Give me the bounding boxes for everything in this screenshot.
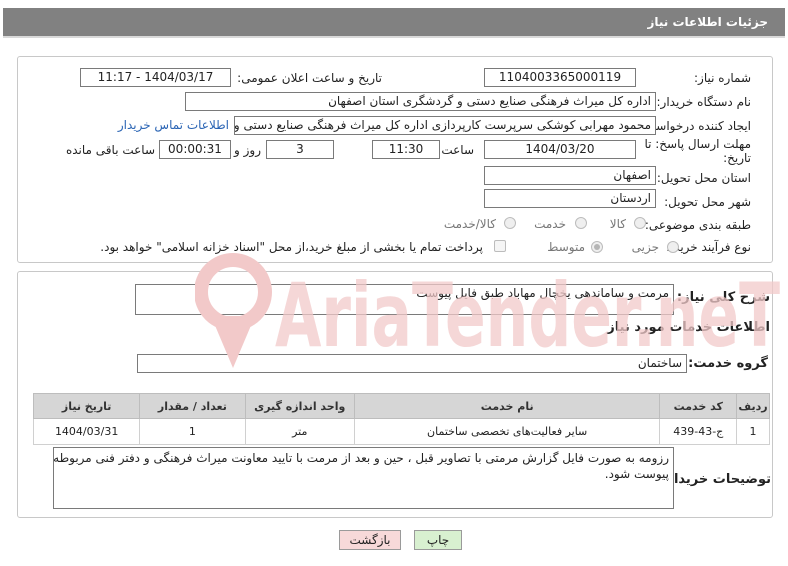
need-number-label: شماره نیاز: (694, 71, 751, 85)
remaining-time-field: 00:00:31 (159, 140, 231, 159)
days-label: روز و (234, 143, 261, 157)
category-service-radio[interactable] (575, 217, 587, 229)
category-goods-radio[interactable] (634, 217, 646, 229)
announce-datetime-label: تاریخ و ساعت اعلان عمومی: (237, 71, 382, 85)
col-unit: واحد اندازه گیری (244, 393, 355, 419)
province-label: استان محل تحویل: (656, 171, 751, 185)
print-button[interactable]: چاپ (414, 530, 462, 550)
treasury-payment-text: پرداخت تمام یا بخشی از مبلغ خرید،از محل … (100, 240, 483, 254)
need-number-field: 1104003365000119 (484, 68, 636, 87)
city-label: شهر محل تحویل: (664, 195, 751, 209)
cell-row: 1 (736, 418, 770, 445)
city-field: اردستان (484, 189, 656, 208)
buyer-notes-label: توضیحات خریدار: (661, 472, 771, 487)
col-row: ردیف (736, 393, 770, 419)
contact-buyer-link[interactable]: اطلاعات تماس خریدار (118, 118, 229, 132)
category-service-label: خدمت (534, 217, 566, 231)
category-label: طبقه بندی موضوعی: (644, 218, 751, 232)
buyer-notes-line-1: رزومه به صورت فایل گزارش مرمتی با تصاویر… (53, 451, 669, 465)
back-button[interactable]: بازگشت (339, 530, 401, 550)
col-name: نام خدمت (353, 393, 661, 419)
deadline-date-field: 1404/03/20 (484, 140, 636, 159)
announce-datetime-field: 1404/03/17 - 11:17 (80, 68, 231, 87)
deadline-label: مهلت ارسال پاسخ: تا (644, 137, 751, 151)
requester-field: محمود مهرابی کوشکی سرپرست کارپردازی ادار… (234, 116, 656, 135)
remaining-days-field: 3 (266, 140, 334, 159)
requester-label: ایجاد کننده درخواست: (640, 119, 751, 133)
process-minor-radio[interactable] (667, 241, 679, 253)
process-medium-label: متوسط (547, 240, 585, 254)
cell-date: 1404/03/31 (32, 418, 141, 445)
province-field: اصفهان (484, 166, 656, 185)
summary-label: شرح کلی نیاز: (676, 290, 770, 305)
page-header: جزئیات اطلاعات نیاز (3, 8, 785, 38)
summary-textarea[interactable]: مرمت و ساماندهی یخچال مهاباد طبق فایل پی… (135, 284, 674, 315)
cell-code: ج-43-439 (659, 418, 738, 445)
service-group-field: ساختمان (137, 354, 687, 373)
treasury-payment-checkbox[interactable] (494, 240, 506, 252)
services-section-title: اطلاعات خدمات مورد نیاز (607, 320, 770, 335)
page-title: جزئیات اطلاعات نیاز (647, 15, 768, 29)
cell-unit: متر (244, 418, 355, 445)
deadline-time-label: ساعت (441, 143, 474, 157)
buyer-notes-line-2: پیوست شود. (604, 467, 669, 481)
remaining-time-label: ساعت باقی مانده (65, 143, 155, 157)
summary-text: مرمت و ساماندهی یخچال مهاباد طبق فایل پی… (416, 286, 669, 300)
cell-name: سایر فعالیت‌های تخصصی ساختمان (353, 418, 661, 445)
buyer-notes-textarea[interactable]: رزومه به صورت فایل گزارش مرمتی با تصاویر… (53, 447, 674, 509)
table-row: 1 ج-43-439 سایر فعالیت‌های تخصصی ساختمان… (32, 418, 770, 445)
process-minor-label: جزیی (631, 240, 659, 254)
deadline-time-field: 11:30 (372, 140, 440, 159)
category-goods-label: کالا (609, 217, 626, 231)
col-date: تاریخ نیاز (32, 393, 141, 419)
category-goods-service-label: کالا/خدمت (443, 217, 496, 231)
col-code: کد خدمت (659, 393, 738, 419)
col-qty: تعداد / مقدار (139, 393, 246, 419)
buyer-org-field: اداره کل میراث فرهنگی صنایع دستی و گردشگ… (185, 92, 656, 111)
service-group-label: گروه خدمت: (688, 356, 768, 371)
process-medium-radio[interactable] (591, 241, 603, 253)
services-table: ردیف کد خدمت نام خدمت واحد اندازه گیری ت… (32, 393, 770, 445)
category-goods-service-radio[interactable] (504, 217, 516, 229)
buyer-org-label: نام دستگاه خریدار: (656, 95, 752, 109)
services-table-header: ردیف کد خدمت نام خدمت واحد اندازه گیری ت… (32, 393, 770, 419)
deadline-date-label: تاریخ: (723, 151, 751, 165)
cell-qty: 1 (139, 418, 246, 445)
